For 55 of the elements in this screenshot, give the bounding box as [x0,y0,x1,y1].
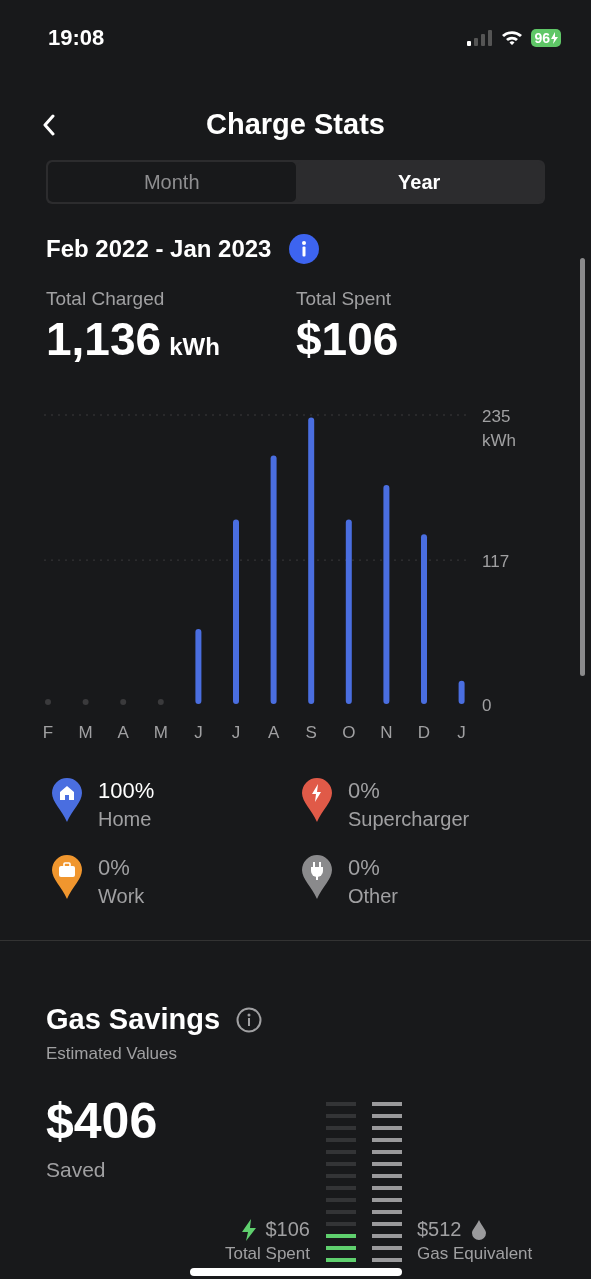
month-label: A [267,723,280,742]
period-tab[interactable]: Month [48,162,296,202]
gas-value: $512 [417,1218,462,1241]
gas-label: Gas Equivalent [417,1244,533,1264]
section-title: Gas Savings [46,1003,221,1036]
stat-label: Total Spent [296,288,393,310]
location-label: Supercharger [348,808,470,831]
droplet-icon [471,1219,486,1240]
spent-value: $106 [265,1218,310,1241]
lightning-icon [241,1218,256,1241]
info-icon[interactable] [236,1006,263,1033]
bolt-icon [551,32,558,44]
empty-bar-dot [45,699,51,705]
stat-label: Total Charged [46,288,166,310]
month-label: J [194,723,203,742]
month-label: A [117,723,129,742]
location-percent: 0% [348,778,381,804]
savings-label: Saved [46,1158,107,1182]
stat-value: 1,136 [46,312,162,366]
month-label: N [380,723,393,742]
back-icon[interactable] [42,114,56,136]
location-label: Home [98,808,153,831]
period-label: Feb 2022 - Jan 2023 [46,235,272,263]
location-percent: 0% [98,855,131,881]
spent-label: Total Spent [224,1244,310,1264]
month-label: J [231,723,241,742]
empty-bar-dot [82,699,89,705]
empty-bar-dot [157,699,164,705]
month-label: O [342,723,356,742]
chart-bar [458,680,465,704]
month-label: J [457,723,466,742]
location-percent: 100% [98,778,155,804]
month-label: S [305,723,317,742]
empty-bar-dot [120,699,127,705]
location-label: Work [98,885,145,908]
location-label: Other [348,885,399,908]
clock: 19:08 [48,25,105,51]
stat-value: $106 [296,312,399,366]
location-percent: 0% [348,855,381,881]
month-label: D [417,723,431,742]
axis-unit: kWh [482,431,516,450]
axis-tick: 0 [482,696,492,715]
axis-tick: 117 [482,552,510,572]
month-label: M [153,723,168,742]
screen-title: Charge Stats [206,107,385,141]
section-subtitle: Estimated Values [46,1044,179,1064]
stat-unit: kWh [169,333,220,361]
axis-tick: 235 [482,407,511,426]
wifi-icon [501,30,524,46]
month-label: F [42,723,54,742]
savings-amount: $406 [46,1092,159,1150]
month-label: M [78,723,93,742]
battery-level: 96 [534,30,550,46]
info-icon[interactable] [289,234,320,264]
signal-icon [467,30,494,46]
